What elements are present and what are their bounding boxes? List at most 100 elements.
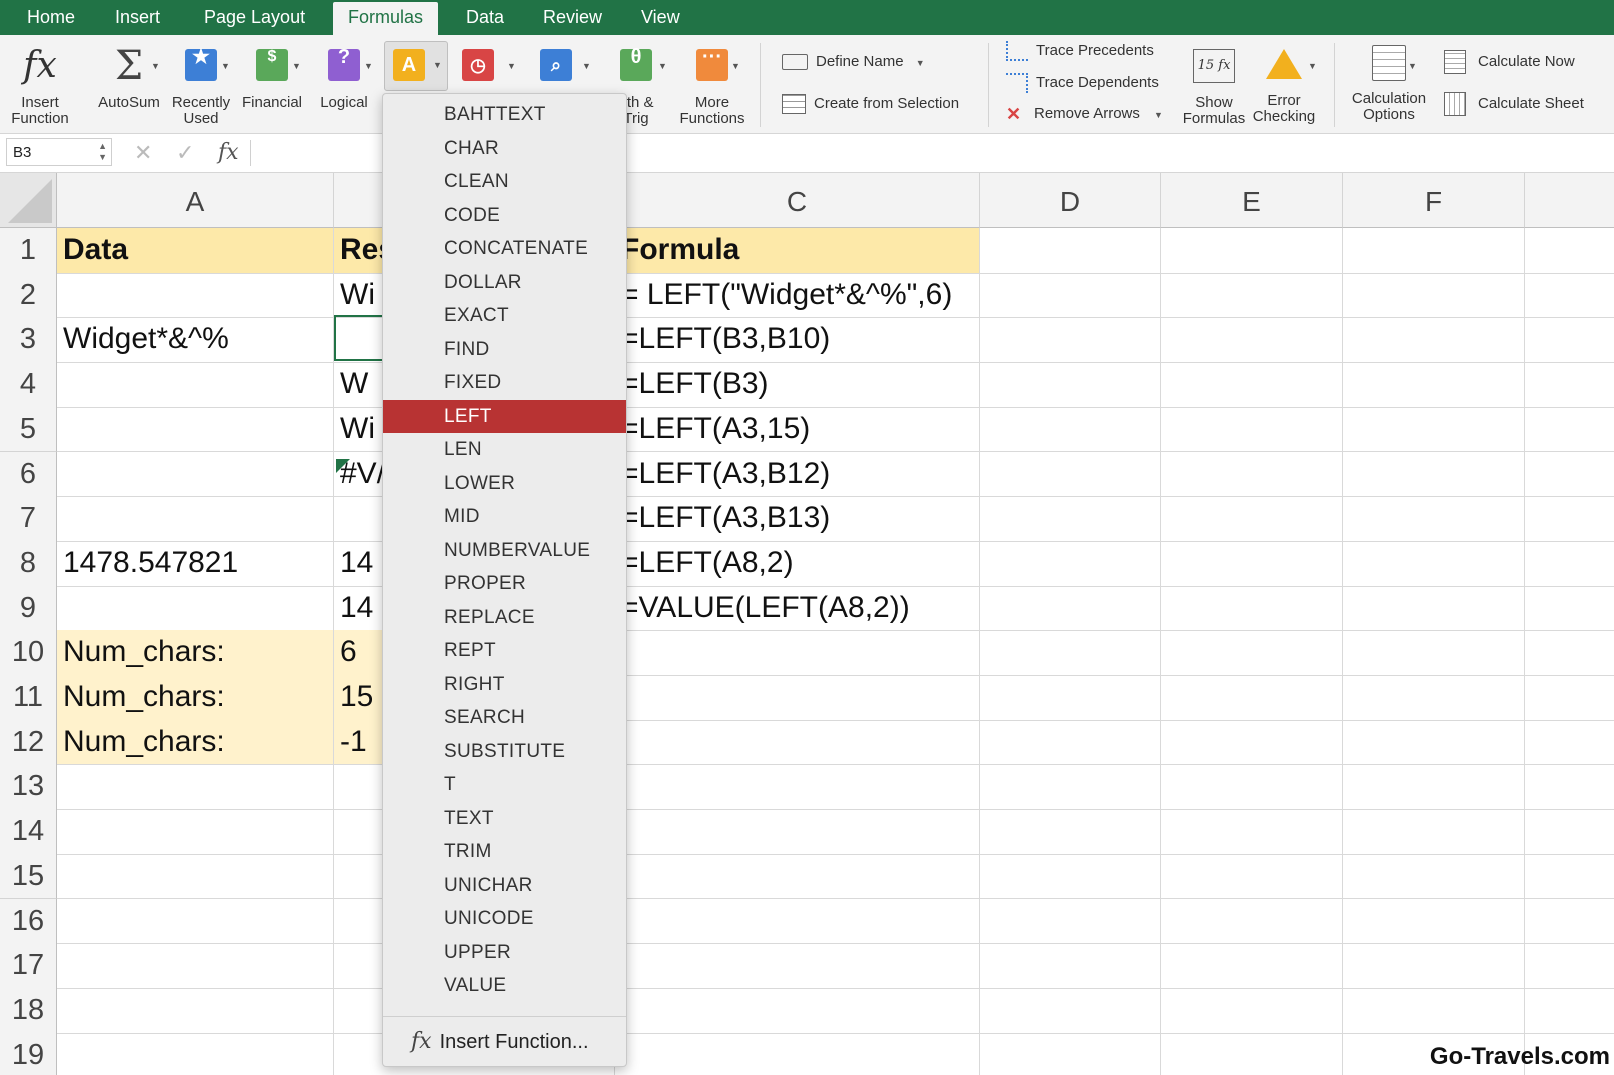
text-functions-button[interactable]: A ▼	[384, 41, 448, 91]
row-header-17[interactable]: 17	[0, 943, 57, 989]
lookup-reference-button[interactable]: ⌕	[540, 49, 572, 81]
remove-arrows-button[interactable]: ✕ Remove Arrows ▼	[1006, 103, 1163, 125]
column-header-e[interactable]: E	[1161, 173, 1343, 228]
cell-a15[interactable]	[57, 853, 334, 900]
cell-f8[interactable]	[1343, 540, 1525, 587]
menu-item-numbervalue[interactable]: NUMBERVALUE	[383, 534, 626, 567]
cell-c1[interactable]: Formula	[615, 228, 980, 274]
menu-item-exact[interactable]: EXACT	[383, 299, 626, 332]
cell-a6[interactable]	[57, 451, 334, 498]
cell-e1[interactable]	[1161, 228, 1343, 274]
create-from-selection-button[interactable]: Create from Selection	[782, 93, 959, 115]
row-header-2[interactable]: 2	[0, 272, 57, 319]
cell-c6[interactable]: =LEFT(A3,B12)	[615, 451, 980, 498]
cell-c14[interactable]	[615, 809, 980, 855]
menu-item-unicode[interactable]: UNICODE	[383, 902, 626, 935]
tab-review[interactable]: Review	[528, 0, 617, 35]
menu-item-lower[interactable]: LOWER	[383, 467, 626, 500]
menu-item-search[interactable]: SEARCH	[383, 701, 626, 734]
cell-f12[interactable]	[1343, 719, 1525, 766]
menu-item-unichar[interactable]: UNICHAR	[383, 869, 626, 902]
cell-c12[interactable]	[615, 719, 980, 766]
cell-e12[interactable]	[1161, 719, 1343, 766]
cell-e6[interactable]	[1161, 451, 1343, 498]
cell-a5[interactable]	[57, 406, 334, 453]
cell-c8[interactable]: =LEFT(A8,2)	[615, 540, 980, 587]
column-header-g[interactable]	[1525, 173, 1614, 228]
cell-d3[interactable]	[980, 317, 1161, 364]
cell-d11[interactable]	[980, 675, 1161, 721]
cell-e8[interactable]	[1161, 540, 1343, 587]
tab-data[interactable]: Data	[451, 0, 519, 35]
cell-g14[interactable]	[1525, 809, 1614, 855]
cell-c2[interactable]: = LEFT("Widget*&^%",6)	[615, 272, 980, 319]
fx-icon[interactable]: fx	[218, 140, 239, 165]
insert-function-menu-item[interactable]: fx Insert Function...	[411, 1024, 589, 1060]
cell-a18[interactable]	[57, 987, 334, 1034]
cell-e13[interactable]	[1161, 764, 1343, 811]
financial-button[interactable]: $ Financial	[240, 43, 304, 111]
cell-d14[interactable]	[980, 809, 1161, 855]
cell-e17[interactable]	[1161, 943, 1343, 989]
column-header-c[interactable]: C	[615, 173, 980, 228]
menu-item-dollar[interactable]: DOLLAR	[383, 266, 626, 299]
cell-e9[interactable]	[1161, 585, 1343, 632]
row-header-8[interactable]: 8	[0, 540, 57, 587]
cell-g13[interactable]	[1525, 764, 1614, 811]
cell-a7[interactable]	[57, 496, 334, 542]
row-header-19[interactable]: 19	[0, 1032, 57, 1075]
row-header-18[interactable]: 18	[0, 987, 57, 1034]
cell-d2[interactable]	[980, 272, 1161, 319]
cell-d5[interactable]	[980, 406, 1161, 453]
menu-item-fixed[interactable]: FIXED	[383, 366, 626, 399]
row-header-9[interactable]: 9	[0, 585, 57, 632]
cell-a19[interactable]	[57, 1032, 334, 1075]
cell-c19[interactable]	[615, 1032, 980, 1075]
trace-dependents-button[interactable]: Trace Dependents	[1006, 72, 1159, 94]
insert-function-button[interactable]: fx Insert Function	[6, 43, 74, 127]
row-header-3[interactable]: 3	[0, 317, 57, 364]
menu-item-proper[interactable]: PROPER	[383, 567, 626, 600]
tab-home[interactable]: Home	[12, 0, 90, 35]
cell-g16[interactable]	[1525, 899, 1614, 945]
column-header-f[interactable]: F	[1343, 173, 1525, 228]
menu-item-bahttext[interactable]: BAHTTEXT	[383, 98, 626, 131]
cell-e5[interactable]	[1161, 406, 1343, 453]
cell-f11[interactable]	[1343, 675, 1525, 721]
cell-g1[interactable]	[1525, 228, 1614, 274]
calculation-options-button[interactable]: Calculation Options	[1344, 45, 1434, 123]
menu-item-replace[interactable]: REPLACE	[383, 601, 626, 634]
cell-e3[interactable]	[1161, 317, 1343, 364]
cell-d8[interactable]	[980, 540, 1161, 587]
cell-f2[interactable]	[1343, 272, 1525, 319]
menu-item-mid[interactable]: MID	[383, 500, 626, 533]
name-box[interactable]: B3 ▲ ▼	[6, 138, 112, 166]
cell-f1[interactable]	[1343, 228, 1525, 274]
column-header-d[interactable]: D	[980, 173, 1161, 228]
cell-g17[interactable]	[1525, 943, 1614, 989]
cell-c11[interactable]	[615, 675, 980, 721]
menu-item-code[interactable]: CODE	[383, 199, 626, 232]
cell-e14[interactable]	[1161, 809, 1343, 855]
cell-d9[interactable]	[980, 585, 1161, 632]
menu-item-len[interactable]: LEN	[383, 433, 626, 466]
cell-c15[interactable]	[615, 853, 980, 900]
menu-item-upper[interactable]: UPPER	[383, 936, 626, 969]
cell-e16[interactable]	[1161, 898, 1343, 945]
menu-item-text[interactable]: TEXT	[383, 802, 626, 835]
cell-g2[interactable]	[1525, 273, 1614, 319]
menu-item-value[interactable]: VALUE	[383, 969, 626, 1002]
menu-item-trim[interactable]: TRIM	[383, 835, 626, 868]
cell-a3[interactable]: Widget*&^%	[57, 317, 334, 364]
cell-c10[interactable]	[615, 630, 980, 676]
tab-page-layout[interactable]: Page Layout	[189, 0, 320, 35]
cell-e19[interactable]	[1161, 1032, 1343, 1075]
cell-f16[interactable]	[1343, 898, 1525, 945]
cell-a1[interactable]: Data	[57, 228, 334, 274]
cell-d1[interactable]	[980, 228, 1161, 274]
cell-f13[interactable]	[1343, 764, 1525, 811]
cell-a17[interactable]	[57, 943, 334, 989]
logical-dropdown-arrow[interactable]: ▼	[364, 61, 373, 71]
cell-a12[interactable]: Num_chars:	[57, 719, 334, 766]
cell-c9[interactable]: =VALUE(LEFT(A8,2))	[615, 585, 980, 632]
